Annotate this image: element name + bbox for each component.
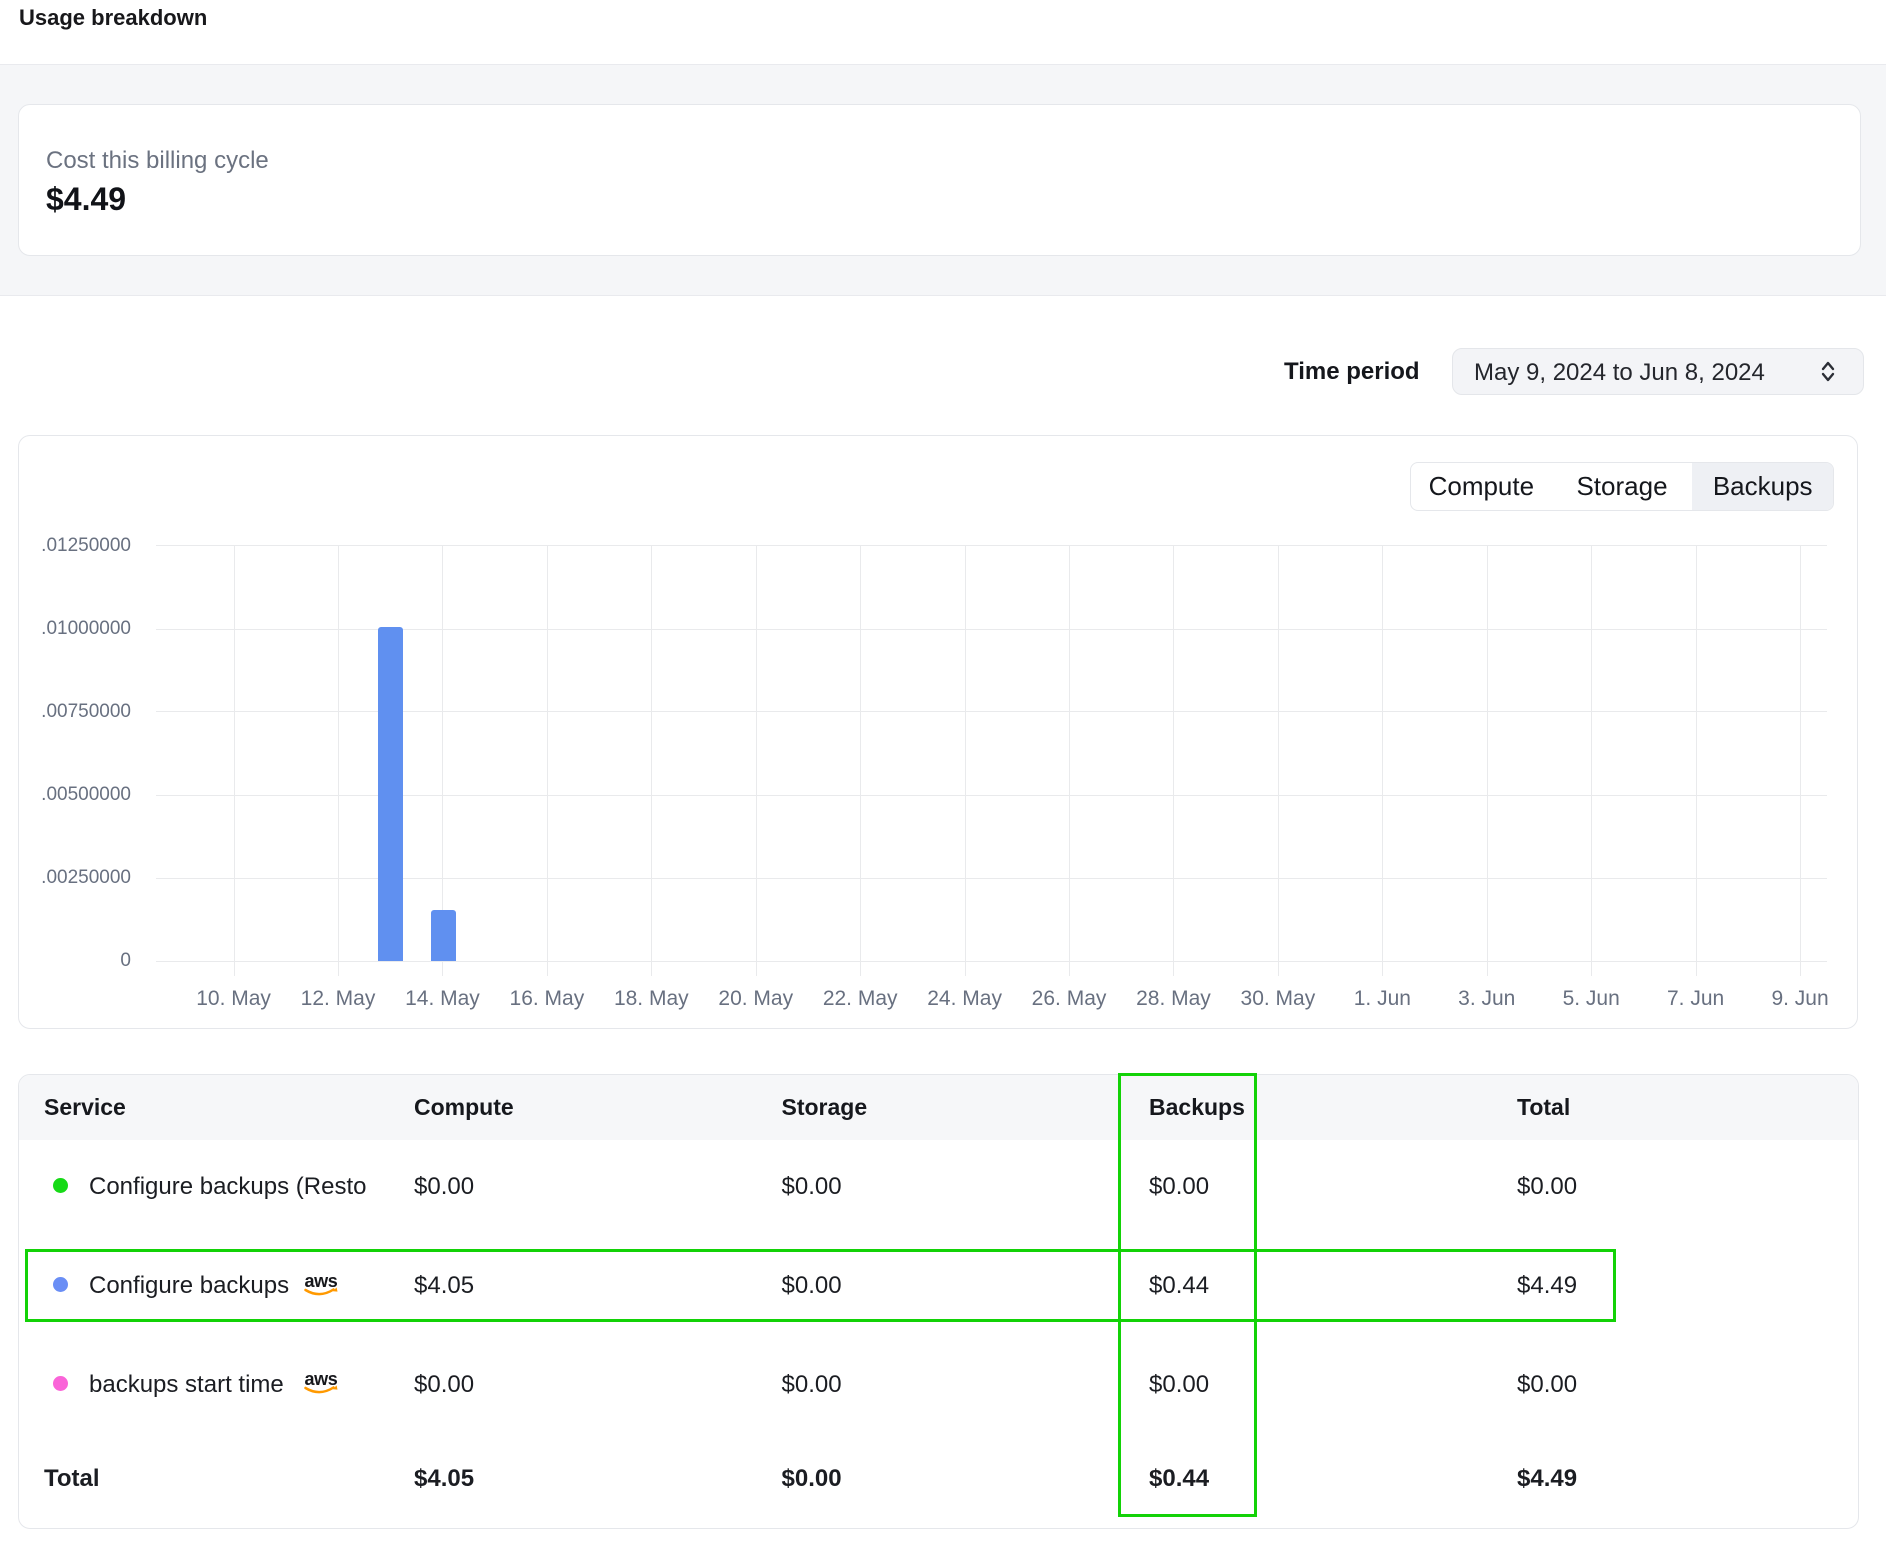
svg-text:aws: aws <box>305 1369 338 1389</box>
